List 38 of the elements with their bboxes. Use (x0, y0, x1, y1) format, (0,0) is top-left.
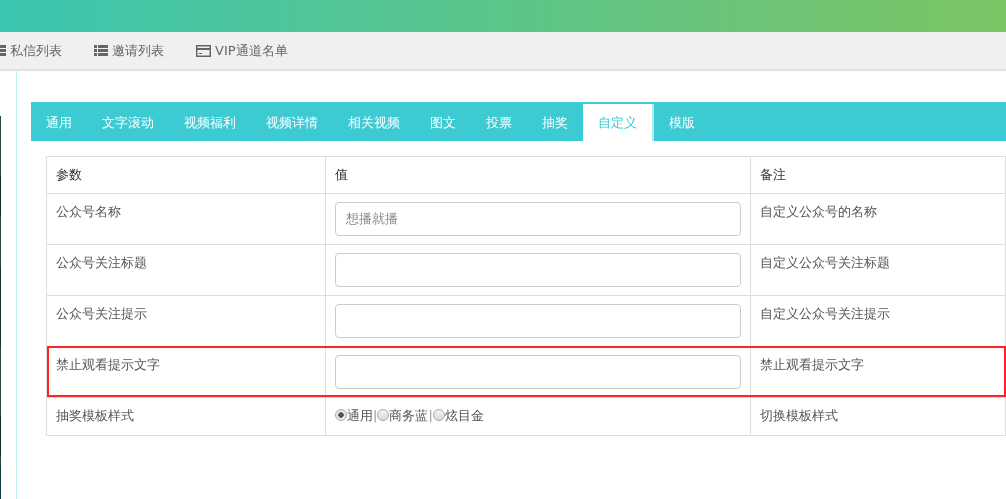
tab[interactable]: 投票 (471, 104, 527, 141)
column-header: 参数 (46, 156, 326, 193)
radio-option[interactable]: 炫目金 (432, 405, 484, 425)
tab[interactable]: 抽奖 (527, 104, 583, 141)
separator-text: | (428, 406, 433, 425)
tab[interactable]: 模版 (654, 104, 710, 141)
table-cell: 自定义公众号关注标题 (750, 244, 1006, 295)
nav-link[interactable]: VIP通道名单 (196, 40, 288, 61)
tab[interactable]: 相关视频 (333, 104, 415, 141)
nav-link[interactable]: 邀请列表 (94, 40, 164, 61)
table-cell: 抽奖模板样式 (46, 397, 326, 435)
table-cell: 公众号名称 (46, 193, 326, 244)
separator-text: | (373, 406, 378, 425)
radio-button[interactable] (432, 409, 445, 422)
column-header: 备注 (750, 156, 1006, 193)
table-cell: 禁止观看提示文字 (46, 346, 326, 397)
radio-button[interactable] (377, 409, 390, 422)
tab[interactable]: 自定义 (583, 104, 654, 141)
radio-button[interactable] (335, 409, 347, 422)
tab[interactable]: 图文 (415, 104, 471, 141)
table-cell: 公众号关注标题 (46, 244, 326, 295)
radio-option[interactable]: 商务蓝 (377, 405, 429, 425)
input-field[interactable] (335, 354, 741, 389)
table-cell: 自定义公众号的名称 (750, 193, 1006, 244)
tab[interactable]: 文字滚动 (87, 104, 169, 141)
radio-option[interactable]: 通用 (335, 405, 373, 425)
tab[interactable]: 视频福利 (169, 104, 251, 141)
input-field[interactable]: 想播就播 (335, 201, 741, 236)
card-icon (196, 44, 211, 57)
table-cell: 公众号关注提示 (46, 295, 326, 346)
input-field[interactable] (335, 303, 741, 338)
column-header: 值 (325, 156, 751, 193)
input-field[interactable] (335, 252, 741, 287)
tab[interactable]: 通用 (31, 104, 87, 141)
table-cell: 切换模板样式 (750, 397, 1006, 435)
tab[interactable]: 视频详情 (251, 104, 333, 141)
list-icon (94, 45, 108, 56)
nav-link[interactable]: 私信列表 (0, 40, 62, 61)
